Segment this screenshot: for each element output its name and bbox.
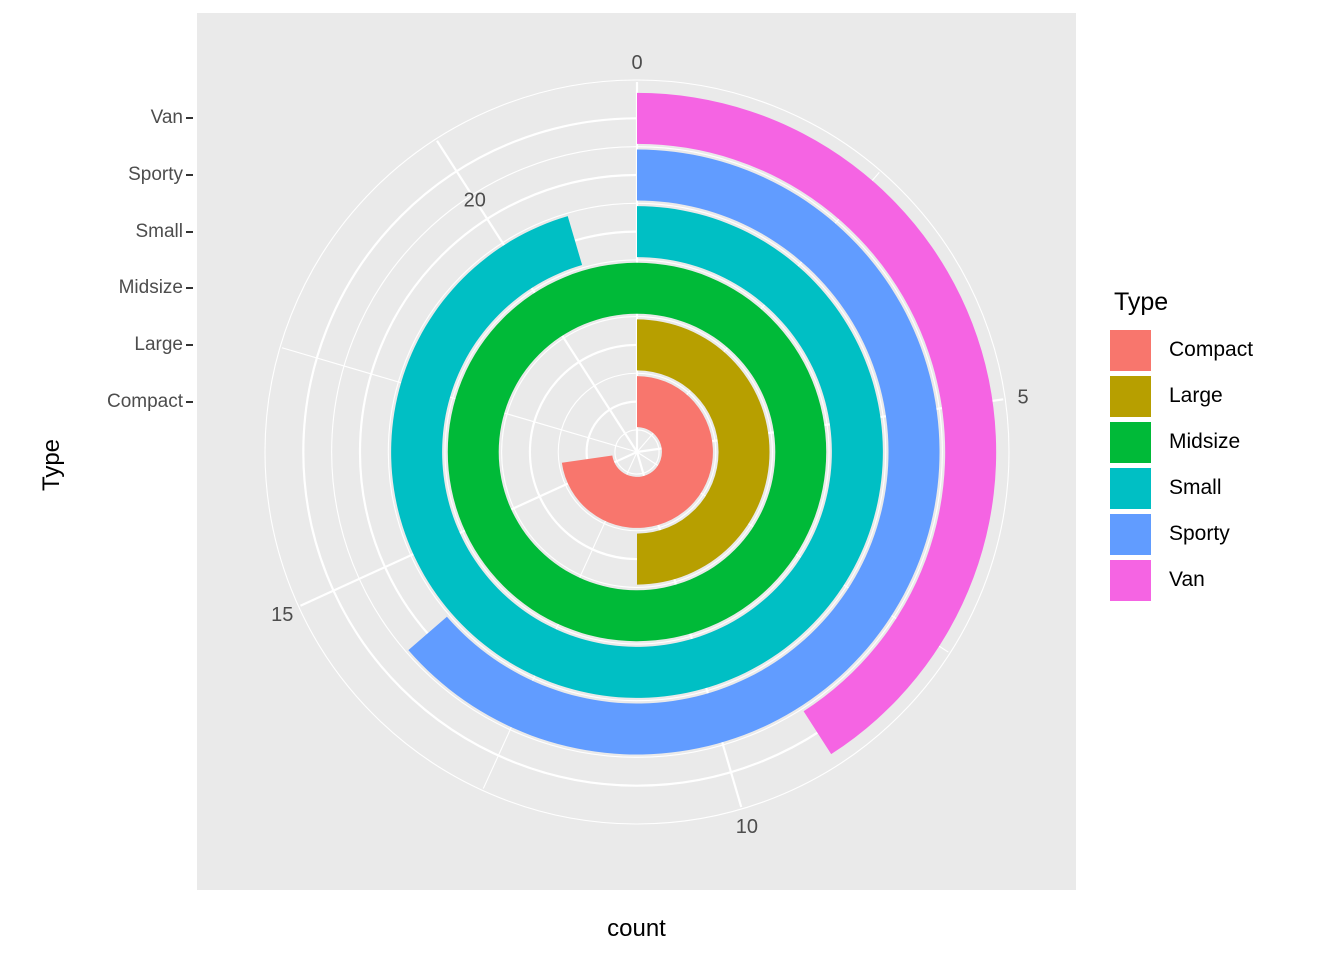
legend-label: Large: [1169, 384, 1223, 407]
y-tick-mark: [186, 343, 193, 346]
legend-key: [1110, 467, 1151, 509]
polar-plot-svg: 0 5 10 15 20: [264, 52, 1029, 838]
polar-tick-label: 10: [736, 816, 758, 838]
y-tick-label-midsize: Midsize: [118, 277, 183, 299]
legend-label: Sporty: [1169, 522, 1230, 545]
legend-swatch-large: [1110, 375, 1151, 417]
polar-tick-label: 0: [631, 52, 642, 74]
y-tick-mark: [186, 173, 193, 176]
y-tick-mark: [186, 287, 193, 290]
legend-item-small[interactable]: Small: [1110, 465, 1330, 511]
legend-key: [1110, 329, 1151, 371]
legend-label: Van: [1169, 568, 1205, 591]
y-tick-label-van: Van: [150, 107, 183, 129]
legend: Type Compact Large Midsize Small Sporty Van: [1110, 290, 1330, 603]
legend-label: Midsize: [1169, 430, 1241, 453]
y-tick-mark: [186, 117, 193, 120]
legend-label: Compact: [1169, 338, 1254, 361]
legend-swatch-sporty: [1110, 513, 1151, 555]
polar-tick-label: 5: [1017, 386, 1028, 408]
x-axis-title: count: [607, 915, 666, 942]
y-axis-title: Type: [38, 438, 65, 492]
legend-key: [1110, 421, 1151, 463]
legend-key: [1110, 375, 1151, 417]
legend-key: [1110, 513, 1151, 555]
y-axis: Compact Large Midsize Small Sporty Van Type: [0, 13, 197, 890]
legend-swatch-van: [1110, 559, 1151, 601]
legend-label: Small: [1169, 476, 1222, 499]
legend-swatch-small: [1110, 467, 1151, 509]
y-tick-label-compact: Compact: [106, 390, 183, 412]
legend-item-large[interactable]: Large: [1110, 373, 1330, 419]
y-tick-label-large: Large: [134, 333, 183, 355]
legend-key: [1110, 559, 1151, 601]
legend-swatch-midsize: [1110, 421, 1151, 463]
legend-item-midsize[interactable]: Midsize: [1110, 419, 1330, 465]
legend-item-sporty[interactable]: Sporty: [1110, 511, 1330, 557]
plot-panel: 0 5 10 15 20: [197, 13, 1076, 890]
polar-tick-label: 15: [271, 604, 293, 626]
y-tick-label-sporty: Sporty: [128, 163, 183, 185]
polar-tick-label: 20: [464, 190, 486, 212]
legend-item-van[interactable]: Van: [1110, 557, 1330, 603]
y-tick-mark: [186, 400, 193, 403]
legend-title: Type: [1114, 288, 1169, 316]
chart-root: 0 5 10 15 20 Compact Large Midsize Small Sporty V…: [0, 0, 1344, 960]
legend-items: Compact Large Midsize Small Sporty Van: [1110, 327, 1330, 603]
legend-swatch-compact: [1110, 329, 1151, 371]
legend-item-compact[interactable]: Compact: [1110, 327, 1330, 373]
y-tick-mark: [186, 230, 193, 233]
y-tick-label-small: Small: [135, 220, 183, 242]
